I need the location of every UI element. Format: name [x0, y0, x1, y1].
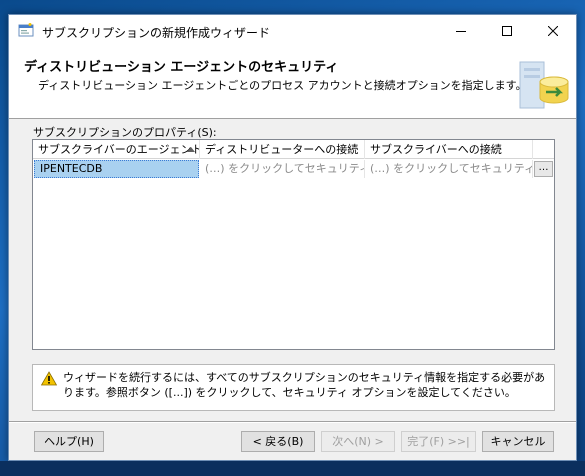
column-header-button [533, 140, 554, 159]
database-server-icon [519, 61, 569, 109]
title-bar[interactable]: サブスクリプションの新規作成ウィザード [9, 15, 576, 46]
grid-header: サブスクライバーのエージェント ディストリビューターへの接続 サブスクライバーへ… [33, 140, 554, 159]
help-button[interactable]: ヘルプ(H) [34, 431, 104, 452]
distributor-connection-cell[interactable]: (…) をクリックしてセキュリティ… [200, 160, 365, 178]
wizard-window: サブスクリプションの新規作成ウィザード ディストリビューション エージェントのセ… [8, 14, 577, 461]
column-header-distributor[interactable]: ディストリビューターへの接続 [200, 140, 365, 159]
page-title: ディストリビューション エージェントのセキュリティ [24, 60, 339, 75]
back-button[interactable]: < 戻る(B) [241, 431, 315, 452]
wizard-app-icon [18, 23, 34, 37]
browse-security-button[interactable]: … [534, 161, 553, 177]
subscriber-connection-cell[interactable]: (…) をクリックしてセキュリティ… [365, 160, 533, 178]
column-header-subscriber[interactable]: サブスクライバーへの接続 [365, 140, 533, 159]
table-row[interactable]: IPENTECDB (…) をクリックしてセキュリティ… (…) をクリックして… [33, 160, 554, 178]
close-button[interactable] [530, 15, 576, 46]
page-subtitle: ディストリビューション エージェントごとのプロセス アカウントと接続オプションを… [38, 79, 527, 92]
maximize-button[interactable] [484, 15, 530, 46]
wizard-header: ディストリビューション エージェントのセキュリティ ディストリビューション エー… [9, 46, 576, 119]
minimize-button[interactable] [438, 15, 484, 46]
cancel-button[interactable]: キャンセル [482, 431, 554, 452]
next-button[interactable]: 次へ(N) > [321, 431, 395, 452]
warning-icon [41, 371, 57, 386]
maximize-icon [502, 25, 512, 36]
minimize-icon [456, 30, 466, 32]
finish-button[interactable]: 完了(F) >>| [401, 431, 476, 452]
sort-ascending-icon [187, 147, 195, 152]
subscription-properties-grid[interactable]: サブスクライバーのエージェント ディストリビューターへの接続 サブスクライバーへ… [32, 139, 555, 350]
column-header-agent[interactable]: サブスクライバーのエージェント [33, 140, 200, 159]
close-icon [548, 25, 558, 36]
subscription-properties-label: サブスクリプションのプロパティ(S): [33, 126, 217, 139]
agent-cell[interactable]: IPENTECDB [34, 160, 199, 178]
warning-message: ウィザードを続行するには、すべてのサブスクリプションのセキュリティ情報を指定する… [32, 364, 555, 411]
taskbar [0, 461, 585, 476]
warning-text: ウィザードを続行するには、すべてのサブスクリプションのセキュリティ情報を指定する… [63, 371, 546, 399]
window-title: サブスクリプションの新規作成ウィザード [42, 26, 271, 40]
footer-divider [9, 421, 576, 423]
